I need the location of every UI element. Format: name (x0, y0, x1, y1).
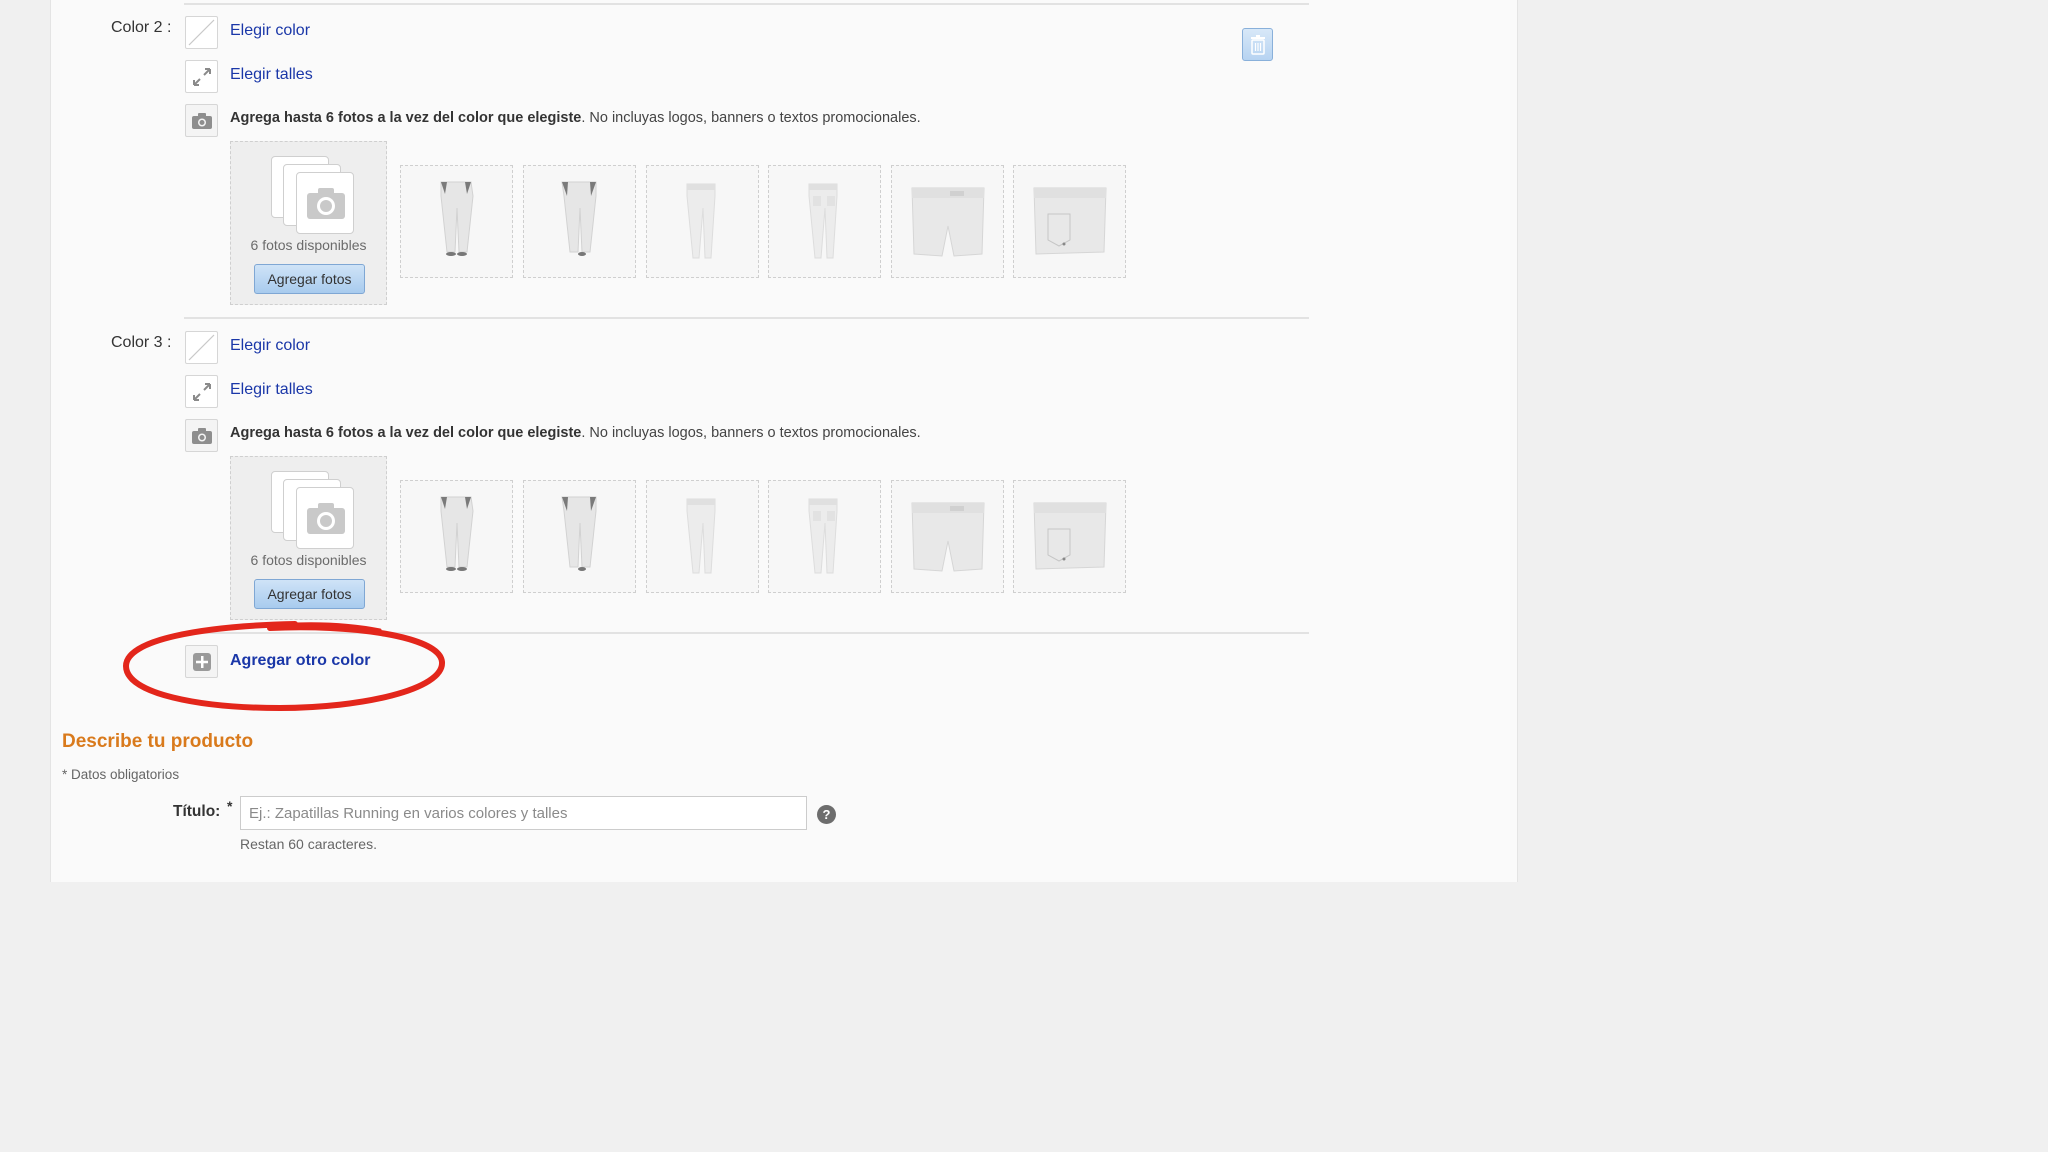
choose-sizes-link[interactable]: Elegir talles (230, 381, 313, 399)
shorts-front-icon (891, 165, 1004, 278)
color-3-label: Color 3 : (111, 334, 172, 351)
pants-side-back-icon (768, 165, 881, 278)
pants-back-icon (523, 165, 636, 278)
delete-color-button[interactable] (1242, 28, 1273, 61)
resize-arrows-icon[interactable] (185, 60, 218, 93)
pants-front-icon (400, 165, 513, 278)
title-input[interactable] (240, 796, 807, 830)
camera-icon (185, 419, 218, 452)
shorts-back-icon (1013, 165, 1126, 278)
divider (184, 3, 1309, 5)
available-photos-count: 6 fotos disponibles (250, 552, 367, 568)
choose-color-link[interactable]: Elegir color (230, 337, 310, 355)
add-photos-button[interactable]: Agregar fotos (254, 264, 365, 294)
pants-side-icon (646, 165, 759, 278)
photo-instructions: Agrega hasta 6 fotos a la vez del color … (230, 110, 921, 126)
resize-arrows-icon[interactable] (185, 375, 218, 408)
add-another-color-link[interactable]: Agregar otro color (230, 652, 370, 670)
required-mark: * (227, 798, 233, 814)
pants-front-icon (400, 480, 513, 593)
pants-back-icon (523, 480, 636, 593)
trash-icon (1250, 34, 1265, 55)
choose-color-link[interactable]: Elegir color (230, 22, 310, 40)
shorts-back-icon (1013, 480, 1126, 593)
add-photos-button[interactable]: Agregar fotos (254, 579, 365, 609)
choose-sizes-link[interactable]: Elegir talles (230, 66, 313, 84)
chars-remaining: Restan 60 caracteres. (240, 836, 377, 852)
photo-upload-area[interactable]: 6 fotos disponibles Agregar fotos (230, 456, 387, 620)
camera-icon (185, 104, 218, 137)
plus-icon[interactable] (185, 645, 218, 678)
photo-stack-icon (271, 471, 361, 549)
photo-stack-icon (271, 156, 361, 234)
color-2-label: Color 2 : (111, 19, 172, 36)
color-swatch-icon[interactable] (185, 16, 218, 49)
color-swatch-icon[interactable] (185, 331, 218, 364)
shorts-front-icon (891, 480, 1004, 593)
pants-side-back-icon (768, 480, 881, 593)
pants-side-icon (646, 480, 759, 593)
divider (184, 632, 1309, 634)
photo-upload-area[interactable]: 6 fotos disponibles Agregar fotos (230, 141, 387, 305)
form-panel (50, 0, 1518, 882)
required-fields-note: * Datos obligatorios (62, 767, 180, 782)
divider (184, 317, 1309, 319)
photo-instructions: Agrega hasta 6 fotos a la vez del color … (230, 425, 921, 441)
section-title: Describe tu producto (62, 731, 254, 752)
available-photos-count: 6 fotos disponibles (250, 237, 367, 253)
title-label: Título: (173, 803, 221, 820)
help-icon[interactable]: ? (817, 805, 836, 824)
